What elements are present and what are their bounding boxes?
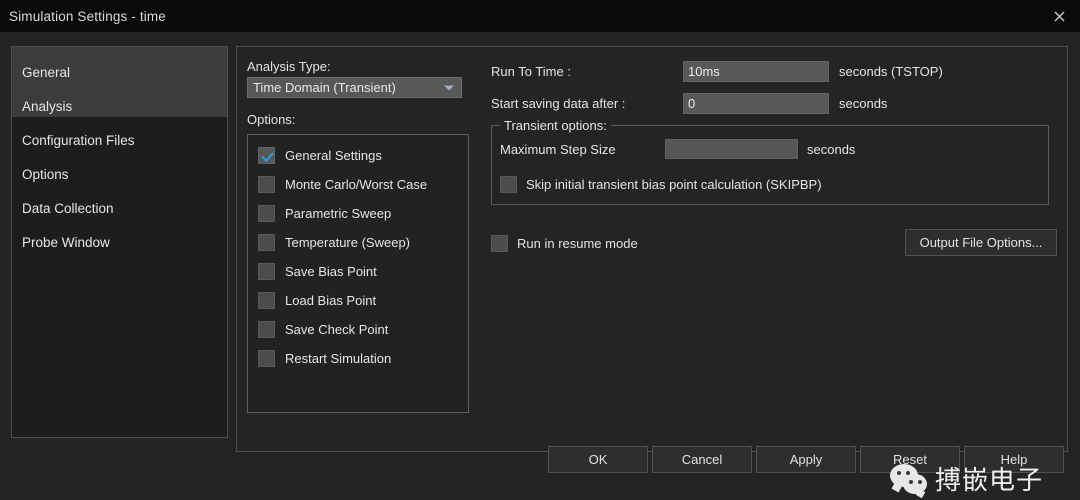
sidebar-item-probe-window[interactable]: Probe Window [12,225,227,259]
option-row-restart-simulation[interactable]: Restart Simulation [248,344,468,373]
main-panel: Analysis Type: Time Domain (Transient) O… [236,46,1068,452]
transient-options-title: Transient options: [500,118,611,133]
run-to-time-row: Run To Time : seconds (TSTOP) [491,59,1057,83]
option-label: Parametric Sweep [285,206,392,221]
option-row-save-check-point[interactable]: Save Check Point [248,315,468,344]
sidebar-item-configuration-files[interactable]: Configuration Files [12,123,227,157]
options-label: Options: [247,112,296,127]
resume-mode-label: Run in resume mode [517,235,638,251]
checkbox-general-settings[interactable] [258,147,275,164]
sidebar-item-label: Options [22,166,69,182]
option-label: General Settings [285,148,382,163]
dialog-body: General Analysis Configuration Files Opt… [0,32,1080,500]
maximum-step-size-label: Maximum Step Size [500,141,616,157]
checkbox-save-bias-point[interactable] [258,263,275,280]
run-to-time-label: Run To Time : [491,63,571,79]
maximum-step-size-row: Maximum Step Size seconds [500,138,1048,160]
checkbox-run-in-resume-mode[interactable] [491,234,508,252]
sidebar-item-options[interactable]: Options [12,157,227,191]
option-label: Save Check Point [285,322,389,337]
option-label: Temperature (Sweep) [285,235,410,250]
title-bar: Simulation Settings - time [0,0,1080,32]
checkbox-load-bias-point[interactable] [258,292,275,309]
sidebar-item-label: Analysis [22,98,73,114]
sidebar-item-general[interactable]: General [12,55,227,89]
analysis-type-label: Analysis Type: [247,59,331,74]
checkbox-parametric-sweep[interactable] [258,205,275,222]
start-saving-data-unit: seconds [839,95,888,111]
analysis-type-value: Time Domain (Transient) [253,80,396,95]
checkbox-save-check-point[interactable] [258,321,275,338]
sidebar-list: General Analysis Configuration Files Opt… [12,47,227,259]
option-label: Load Bias Point [285,293,377,308]
output-file-options-button[interactable]: Output File Options... [905,229,1057,256]
close-icon[interactable] [1046,3,1072,29]
option-row-monte-carlo-worst-case[interactable]: Monte Carlo/Worst Case [248,170,468,199]
option-label: Restart Simulation [285,351,392,366]
analysis-column: Analysis Type: Time Domain (Transient) O… [247,59,469,413]
transient-options-group: Transient options: Maximum Step Size sec… [491,118,1049,205]
option-label: Monte Carlo/Worst Case [285,177,428,192]
sidebar-item-label: Data Collection [22,200,114,216]
option-row-general-settings[interactable]: General Settings [248,141,468,170]
window-title: Simulation Settings - time [9,8,166,24]
options-list: General Settings Monte Carlo/Worst Case … [247,134,469,413]
option-row-load-bias-point[interactable]: Load Bias Point [248,286,468,315]
checkbox-skipbp[interactable] [500,176,517,193]
option-row-parametric-sweep[interactable]: Parametric Sweep [248,199,468,228]
sidebar-panel: General Analysis Configuration Files Opt… [11,46,228,438]
option-row-save-bias-point[interactable]: Save Bias Point [248,257,468,286]
option-row-temperature-sweep[interactable]: Temperature (Sweep) [248,228,468,257]
analysis-type-dropdown[interactable]: Time Domain (Transient) [247,77,462,98]
sidebar-item-data-collection[interactable]: Data Collection [12,191,227,225]
help-button[interactable]: Help [964,446,1064,473]
reset-button[interactable]: Reset [860,446,960,473]
apply-button[interactable]: Apply [756,446,856,473]
sidebar-item-label: General [22,64,71,80]
option-label: Save Bias Point [285,264,377,279]
checkbox-temperature-sweep[interactable] [258,234,275,251]
run-to-time-unit: seconds (TSTOP) [839,63,943,79]
resume-mode-row: Run in resume mode Output File Options..… [491,229,1057,256]
skipbp-row[interactable]: Skip initial transient bias point calcul… [500,176,1048,193]
checkbox-monte-carlo-worst-case[interactable] [258,176,275,193]
chevron-down-icon [444,85,454,90]
sidebar-item-label: Probe Window [22,234,110,250]
start-saving-data-row: Start saving data after : seconds [491,91,1057,115]
maximum-step-size-input[interactable] [665,139,798,159]
skipbp-label: Skip initial transient bias point calcul… [526,177,822,192]
sidebar-item-analysis[interactable]: Analysis [12,89,227,123]
start-saving-data-label: Start saving data after : [491,95,626,111]
start-saving-data-input[interactable] [683,92,829,114]
maximum-step-size-unit: seconds [807,141,856,157]
sidebar-item-label: Configuration Files [22,132,135,148]
checkbox-restart-simulation[interactable] [258,350,275,367]
run-to-time-input[interactable] [683,60,829,82]
cancel-button[interactable]: Cancel [652,446,752,473]
ok-button[interactable]: OK [548,446,648,473]
settings-column: Run To Time : seconds (TSTOP) Start savi… [491,59,1057,256]
dialog-button-bar: OK Cancel Apply Reset Help [548,446,1064,473]
